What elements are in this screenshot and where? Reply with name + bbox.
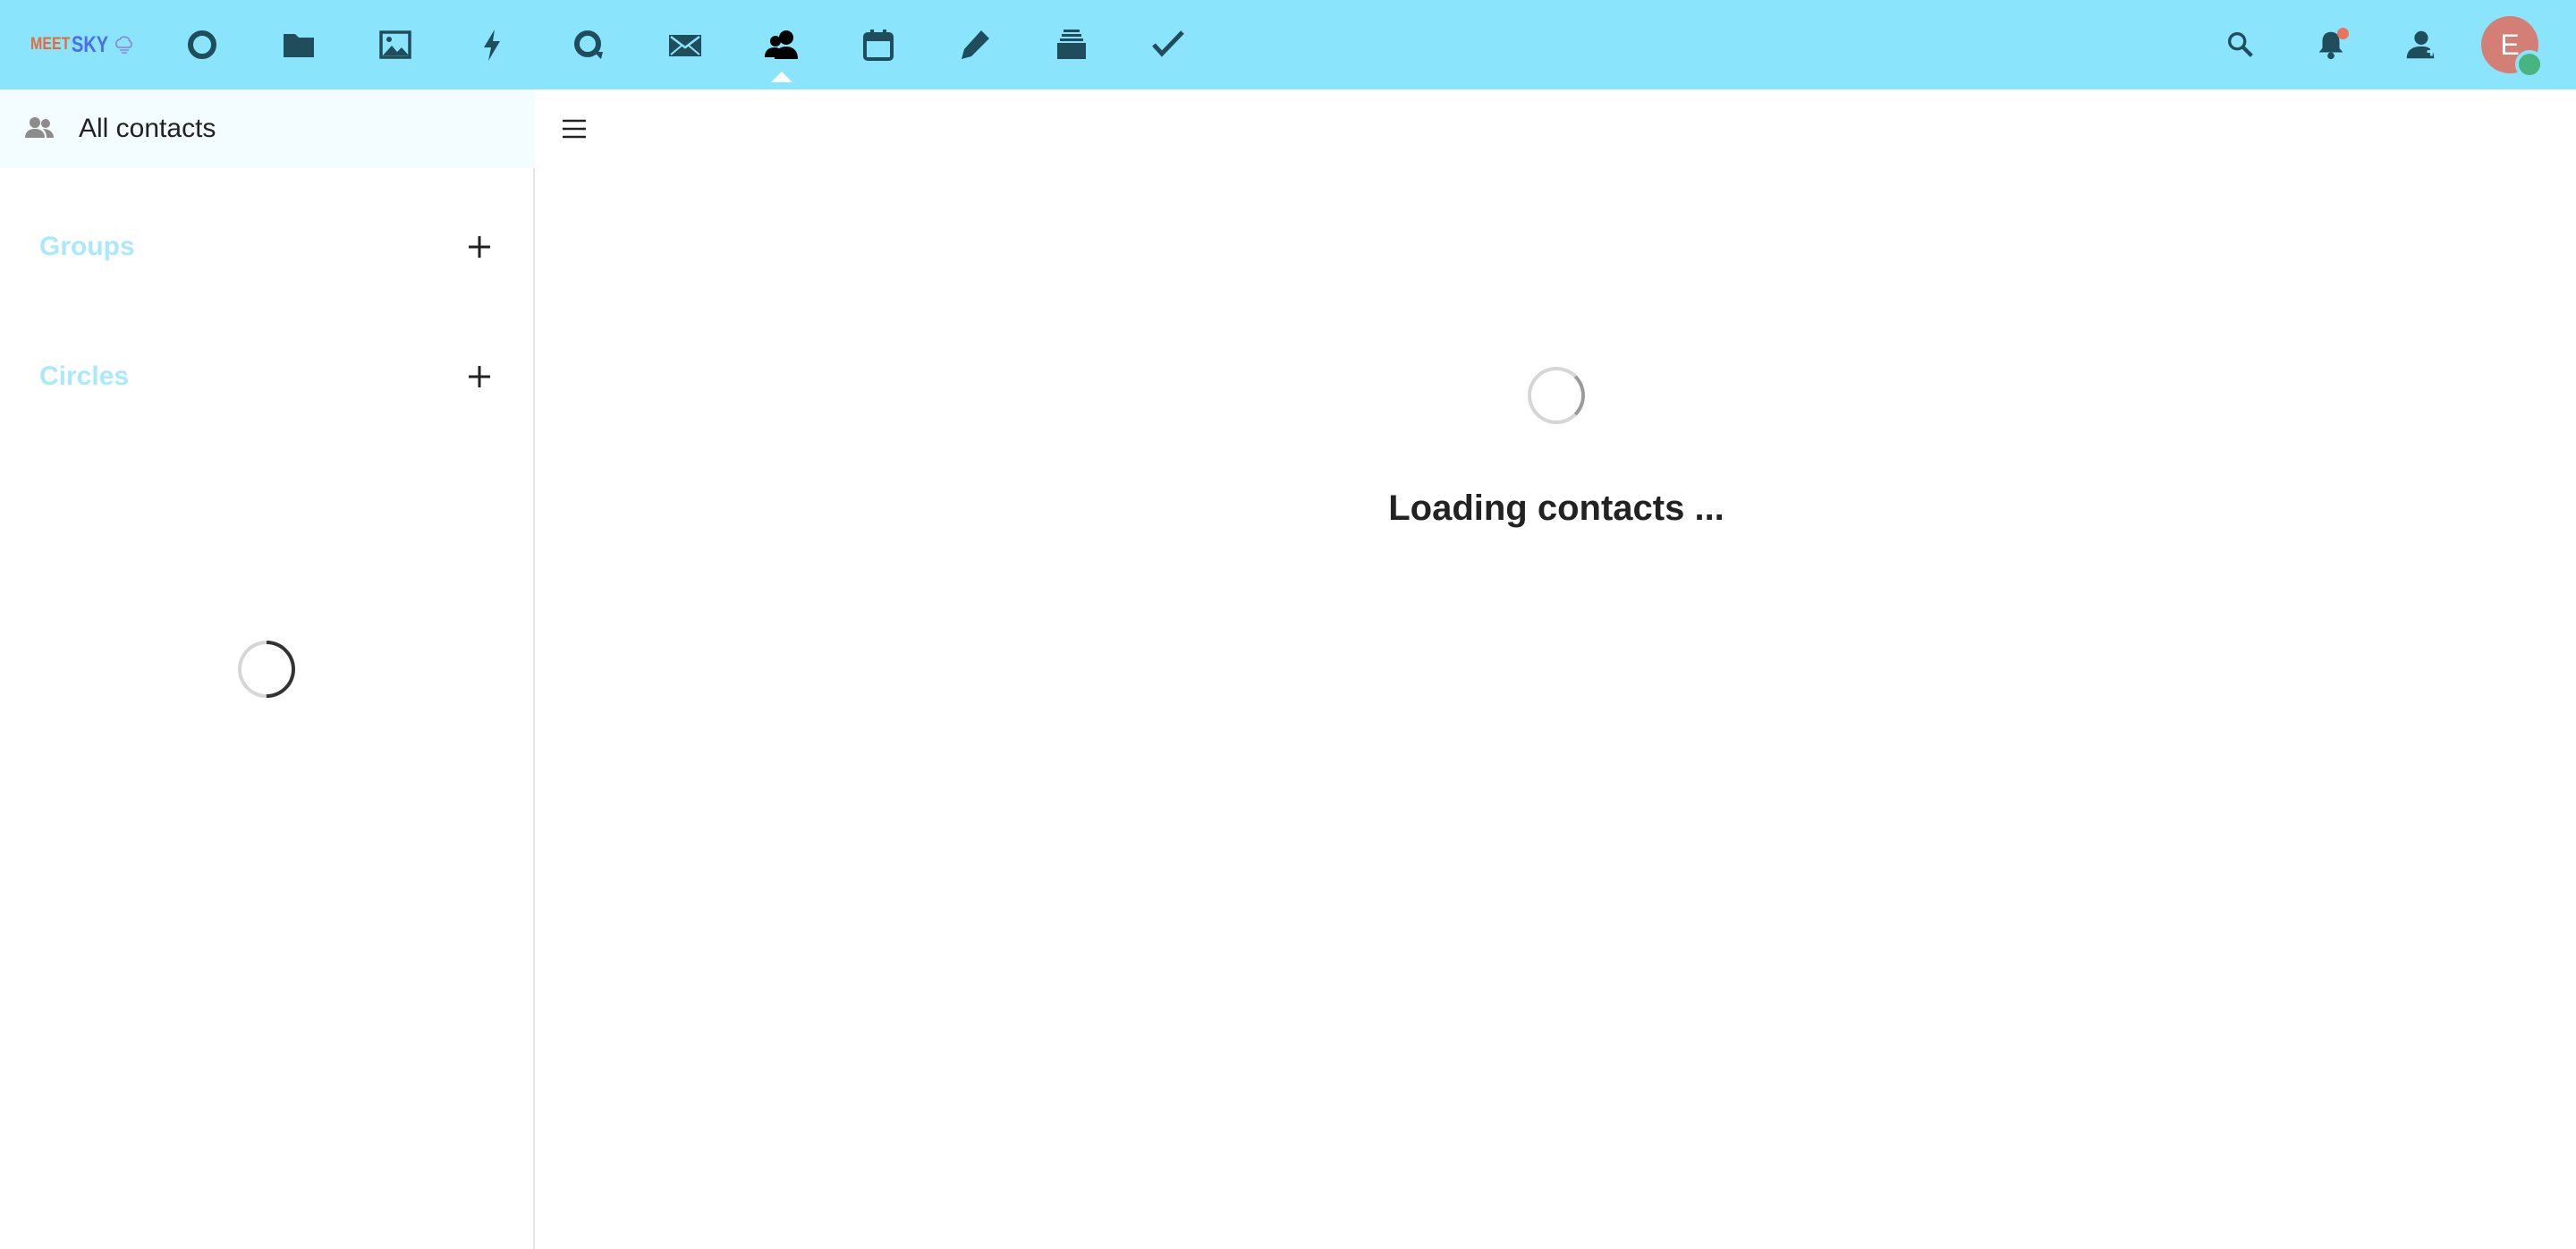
- plus-icon: [469, 366, 490, 387]
- groups-caption: Groups: [39, 232, 135, 261]
- hamburger-menu-icon: [563, 119, 586, 139]
- search-icon[interactable]: [2216, 20, 2266, 70]
- notes-icon[interactable]: [950, 20, 1000, 70]
- contacts-icon[interactable]: [757, 20, 807, 82]
- calendar-icon[interactable]: [853, 20, 903, 70]
- photos-icon[interactable]: [370, 20, 420, 70]
- contacts-menu-icon[interactable]: [2395, 20, 2445, 70]
- add-circle-button[interactable]: [462, 359, 497, 395]
- all-contacts-item[interactable]: All contacts: [0, 89, 535, 168]
- talk-icon[interactable]: [564, 20, 614, 70]
- plus-icon: [469, 236, 490, 258]
- mail-icon[interactable]: [660, 20, 710, 70]
- activity-icon[interactable]: [467, 20, 517, 70]
- content-loading-spinner: [1528, 367, 1585, 424]
- loading-contacts-message: Loading contacts ...: [1388, 489, 1724, 528]
- dashboard-icon[interactable]: [177, 20, 227, 70]
- online-status-indicator: [2515, 50, 2544, 79]
- add-group-button[interactable]: [462, 229, 497, 265]
- cloud-icon: [114, 36, 132, 54]
- circles-caption: Circles: [39, 361, 130, 391]
- notifications-bell-icon[interactable]: [2306, 20, 2356, 70]
- menu-toggle-button[interactable]: [555, 109, 594, 149]
- logo-meet-text: MEET: [30, 35, 71, 54]
- logo-sky-text: SKY: [72, 31, 109, 57]
- tasks-icon[interactable]: [1143, 20, 1193, 70]
- meetsky-logo[interactable]: MEET SKY: [30, 29, 136, 61]
- files-icon[interactable]: [274, 20, 324, 70]
- app-navigation-sidebar: All contacts Groups Circles: [0, 89, 535, 1249]
- notification-badge: [2337, 28, 2349, 39]
- group-icon: [25, 117, 54, 138]
- all-contacts-label: All contacts: [79, 114, 216, 143]
- deck-icon[interactable]: [1046, 20, 1097, 70]
- top-header: MEET SKY E: [0, 0, 2576, 89]
- sidebar-loading-spinner: [225, 628, 308, 710]
